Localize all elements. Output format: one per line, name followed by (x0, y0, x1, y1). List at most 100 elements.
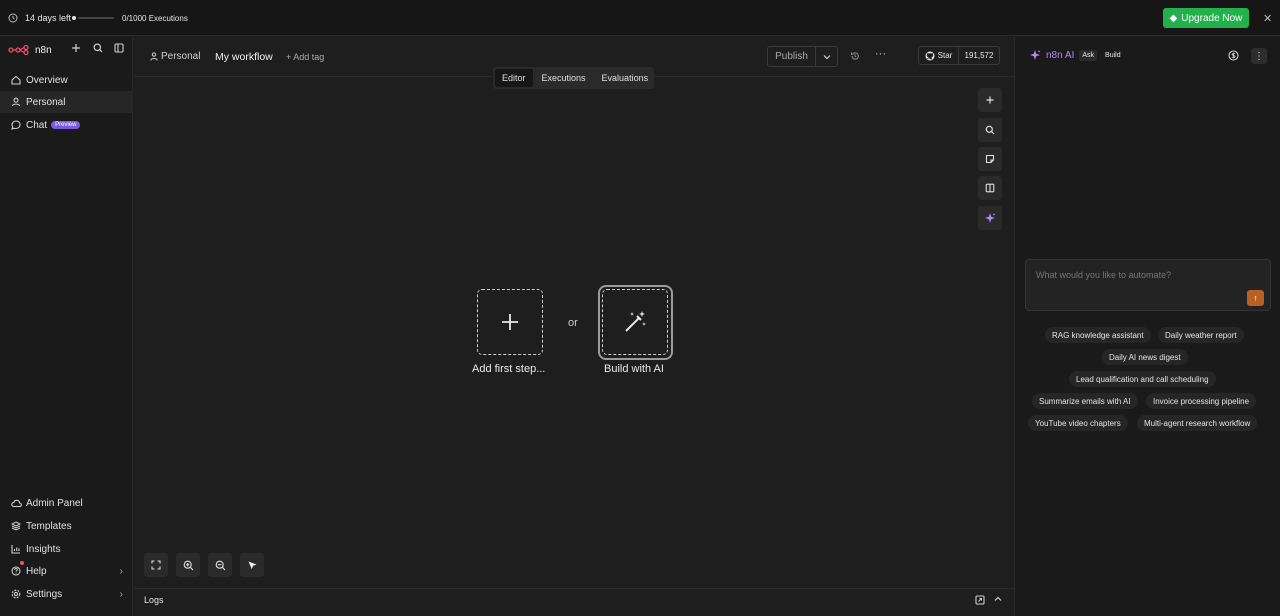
plus-icon (502, 314, 518, 330)
trial-days-left: 14 days left (25, 13, 72, 23)
suggestion-chip[interactable]: Daily weather report (1158, 327, 1244, 343)
sticky-note-button[interactable] (978, 147, 1002, 171)
trial-dot (72, 16, 76, 20)
zoom-in-icon (183, 560, 193, 570)
credits-icon[interactable] (1228, 50, 1239, 61)
zoom-in-button[interactable] (176, 553, 200, 577)
sidebar-item-chat[interactable]: Chat Preview (0, 114, 133, 136)
fit-view-button[interactable] (144, 553, 168, 577)
suggestion-chip[interactable]: Daily AI news digest (1102, 349, 1188, 365)
workflow-name[interactable]: My workflow (215, 51, 273, 63)
search-nodes-button[interactable] (978, 118, 1002, 142)
chevron-up-icon[interactable] (994, 596, 1002, 602)
ai-panel-title: n8n AI (1046, 49, 1075, 61)
sidebar-item-label: Settings (26, 588, 63, 600)
history-icon[interactable] (850, 51, 860, 61)
mode-ask-toggle[interactable]: Ask (1079, 49, 1098, 61)
ai-panel-header: n8n AI Ask Build (1029, 49, 1124, 61)
sidebar-item-overview[interactable]: Overview (0, 69, 133, 91)
sidebar-item-label: Overview (26, 74, 68, 86)
upgrade-now-button[interactable]: ◆ Upgrade Now (1163, 8, 1249, 28)
publish-button-group: Publish (767, 46, 838, 67)
send-button[interactable]: ↑ (1247, 290, 1264, 306)
upgrade-label: Upgrade Now (1181, 12, 1243, 24)
sticky-note-icon (985, 154, 995, 164)
tab-editor[interactable]: Editor (495, 69, 533, 87)
left-sidebar: n8n Overview Personal Chat Preview Admin… (0, 37, 133, 616)
preview-badge: Preview (51, 121, 81, 129)
search-icon[interactable] (93, 43, 103, 53)
sidebar-item-personal[interactable]: Personal (0, 91, 133, 113)
templates-icon (10, 521, 22, 531)
suggestion-chip[interactable]: Invoice processing pipeline (1146, 393, 1257, 409)
insights-icon (10, 544, 22, 554)
breadcrumb[interactable]: Personal (150, 51, 200, 62)
chevron-right-icon: › (119, 565, 123, 577)
user-icon (150, 52, 158, 61)
suggestion-chip[interactable]: Lead qualification and call scheduling (1069, 371, 1216, 387)
ai-assistant-button[interactable] (978, 206, 1002, 230)
trial-banner: 14 days left 0/1000 Executions ◆ Upgrade… (0, 0, 1280, 36)
sidebar-item-help[interactable]: Help › (0, 560, 133, 582)
clock-icon (8, 13, 18, 23)
executions-count: 0/1000 Executions (122, 14, 188, 23)
mode-build-toggle[interactable]: Build (1102, 50, 1124, 61)
github-star-count: 191,572 (964, 51, 994, 60)
user-icon (10, 97, 22, 107)
sidebar-item-insights[interactable]: Insights (0, 538, 133, 560)
tab-evaluations[interactable]: Evaluations (595, 69, 656, 87)
more-options-icon[interactable]: ··· (875, 48, 886, 60)
or-separator: or (568, 317, 578, 329)
brand-name: n8n (35, 44, 52, 56)
open-logs-icon[interactable] (975, 595, 985, 605)
logs-bar[interactable]: Logs (134, 588, 1014, 610)
editor-tabs: Editor Executions Evaluations (493, 67, 654, 89)
chat-icon (10, 120, 22, 130)
plus-icon[interactable] (71, 43, 81, 53)
collapse-sidebar-icon[interactable] (114, 43, 124, 53)
github-star-button[interactable]: Star 191,572 (918, 46, 1000, 65)
plus-icon (986, 96, 994, 104)
suggestion-chip[interactable]: Summarize emails with AI (1032, 393, 1138, 409)
suggestion-chip[interactable]: YouTube video chapters (1028, 415, 1128, 431)
sidebar-item-settings[interactable]: Settings › (0, 583, 133, 605)
sidebar-item-templates[interactable]: Templates (0, 515, 133, 537)
add-tag-link[interactable]: + Add tag (286, 52, 324, 62)
workflow-canvas[interactable]: Add first step... or Build with AI (134, 78, 1014, 588)
publish-options-button[interactable] (816, 47, 837, 66)
add-node-button[interactable] (978, 88, 1002, 112)
sparkle-icon (985, 213, 996, 223)
build-with-ai-node[interactable] (602, 289, 668, 355)
sidebar-item-label: Insights (26, 543, 61, 555)
sidebar-item-label: Admin Panel (26, 497, 83, 509)
ai-prompt-input[interactable] (1036, 270, 1236, 280)
sidebar-item-admin-panel[interactable]: Admin Panel (0, 492, 133, 514)
executions-progress-bar (78, 17, 114, 19)
sparkle-icon (1030, 50, 1041, 60)
cloud-icon (10, 498, 22, 508)
fullscreen-icon (151, 560, 161, 570)
logo[interactable]: n8n (8, 43, 52, 57)
tab-executions[interactable]: Executions (535, 69, 593, 87)
build-with-ai-label: Build with AI (604, 363, 664, 375)
n8n-logo-icon (8, 45, 29, 55)
chevron-right-icon: › (119, 588, 123, 600)
arrow-up-icon: ↑ (1253, 293, 1258, 303)
sidebar-item-label: Templates (26, 520, 72, 532)
sidebar-item-label: Personal (26, 96, 66, 108)
publish-button[interactable]: Publish (768, 47, 816, 66)
more-options-icon[interactable]: ⋮ (1251, 48, 1267, 64)
ai-assistant-panel: n8n AI Ask Build ⋮ ↑ RAG knowledge assis… (1014, 37, 1280, 616)
select-mode-button[interactable] (240, 553, 264, 577)
zoom-out-button[interactable] (208, 553, 232, 577)
home-icon (10, 75, 22, 85)
panel-icon (985, 183, 995, 193)
toggle-panel-button[interactable] (978, 176, 1002, 200)
sidebar-item-label: Chat (26, 119, 48, 131)
close-banner-icon[interactable]: ✕ (1263, 12, 1272, 25)
settings-icon (10, 589, 22, 599)
suggestion-chip[interactable]: RAG knowledge assistant (1045, 327, 1151, 343)
suggestion-chip[interactable]: Multi-agent research workflow (1137, 415, 1258, 431)
add-first-step-node[interactable] (477, 289, 543, 355)
search-icon (985, 125, 995, 135)
